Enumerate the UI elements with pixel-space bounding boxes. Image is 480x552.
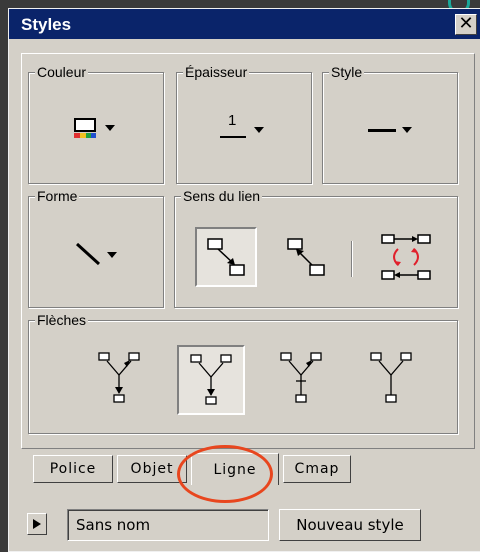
style-name-field[interactable]: Sans nom	[67, 509, 269, 541]
style-group: Style	[322, 64, 458, 184]
link-direction-up-left-button[interactable]	[275, 227, 337, 287]
style-label: Style	[329, 64, 365, 80]
title-bar: Styles ✕	[9, 9, 480, 39]
play-triangle-icon	[33, 519, 41, 529]
diagonal-line-icon	[75, 242, 117, 266]
forme-group: Forme	[28, 188, 164, 308]
couleur-label: Couleur	[35, 64, 89, 80]
color-swatch-icon	[74, 118, 115, 138]
arrows-option-2[interactable]	[177, 345, 245, 415]
expand-button[interactable]	[27, 513, 47, 535]
line-styles-panel: Couleur Épaisseur 1 Style Forme Sens du …	[21, 53, 475, 449]
arrows-converging-down-icon	[190, 354, 232, 405]
link-direction-down-right-button[interactable]	[195, 227, 257, 287]
new-style-button[interactable]: Nouveau style	[279, 509, 421, 541]
sens-divider	[351, 241, 353, 277]
tab-police[interactable]: Police	[33, 455, 113, 483]
close-button[interactable]: ✕	[455, 14, 477, 35]
link-bidirectional-button[interactable]	[369, 227, 443, 287]
sens-du-lien-label: Sens du lien	[181, 188, 263, 204]
thickness-value: 1	[228, 112, 237, 129]
style-dropdown[interactable]	[351, 111, 431, 149]
arrows-option-3[interactable]	[269, 345, 333, 411]
sens-du-lien-group: Sens du lien	[174, 188, 458, 308]
arrows-option-1[interactable]	[87, 345, 151, 411]
couleur-dropdown[interactable]	[57, 111, 137, 149]
arrows-option-4[interactable]	[359, 345, 423, 411]
epaisseur-label: Épaisseur	[183, 64, 250, 80]
thickness-icon: 1	[220, 112, 270, 146]
arrows-both-to-center-icon	[98, 352, 140, 403]
close-icon: ✕	[458, 13, 474, 34]
tab-objet[interactable]: Objet	[117, 455, 187, 483]
arrows-heads-up-icon	[280, 352, 322, 403]
couleur-group: Couleur	[28, 64, 164, 184]
arrows-none-icon	[370, 352, 412, 403]
link-direction-down-right-icon	[207, 238, 245, 276]
epaisseur-group: Épaisseur 1	[176, 64, 312, 184]
forme-dropdown[interactable]	[57, 229, 137, 279]
solid-line-icon	[368, 127, 412, 133]
tab-cmap[interactable]: Cmap	[283, 455, 351, 483]
link-bidirectional-cycle-icon	[381, 234, 431, 280]
forme-label: Forme	[35, 188, 80, 204]
epaisseur-dropdown[interactable]: 1	[205, 109, 285, 149]
tab-strip: Police Objet Ligne Cmap	[33, 453, 353, 487]
fleches-group: Flèches	[28, 312, 458, 434]
tab-ligne[interactable]: Ligne	[191, 453, 279, 485]
styles-window: Styles ✕ Couleur Épaisseur 1 Style Forme…	[8, 8, 480, 552]
fleches-label: Flèches	[35, 312, 89, 328]
window-title: Styles	[21, 15, 72, 34]
link-direction-up-left-icon	[287, 238, 325, 276]
